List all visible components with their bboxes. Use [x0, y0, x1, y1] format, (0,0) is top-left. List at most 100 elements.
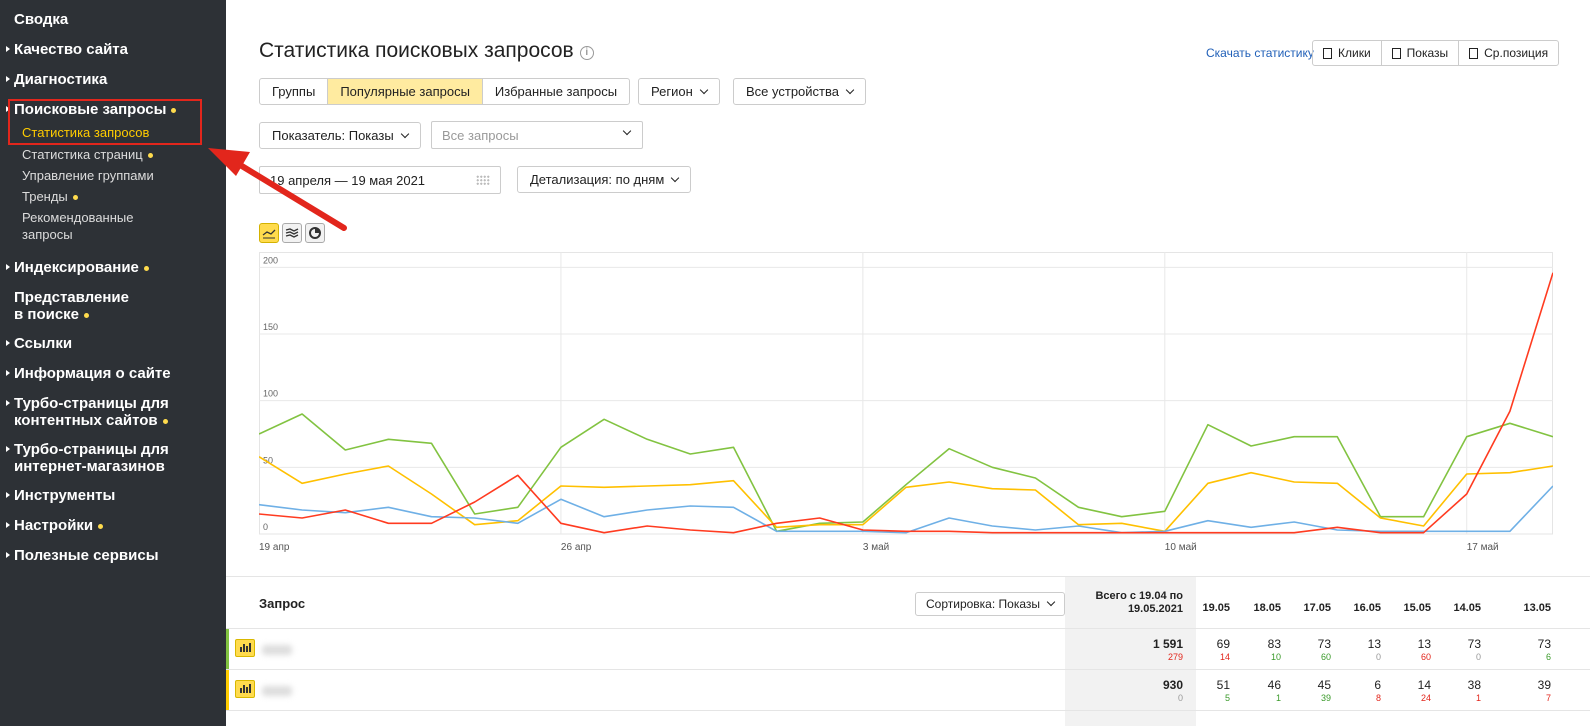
series-line-0 [258, 413, 1554, 533]
bar-chart-icon[interactable] [235, 639, 255, 657]
sidebar-item-label: Сводка [14, 11, 69, 28]
info-icon[interactable]: i [579, 46, 594, 60]
chart-svg: 05010015020019 апр 26 апр 3 май 10 май 17 ма… [258, 252, 1554, 553]
sidebar-item-site-info[interactable]: Информация о сайте [6, 365, 171, 382]
cell-delta: 7 [1545, 693, 1551, 703]
cell-delta: 60 [1420, 652, 1431, 662]
table-top-border [226, 576, 1590, 577]
sidebar-item-label: Информация о сайте [14, 365, 171, 382]
date-column-header: 14.05 [1453, 602, 1481, 614]
chevron-down-icon [1046, 597, 1056, 607]
tab-popular-queries[interactable]: Популярные запросы [328, 79, 483, 104]
cell-value: 13 [1417, 637, 1431, 651]
x-tick-label: 26 апр [561, 542, 592, 553]
queries-select[interactable]: Все запросы [431, 121, 643, 149]
date-range-input[interactable]: 19 апреля — 19 мая 2021 [259, 166, 501, 194]
sidebar-item-label: интернет-магазинов [14, 458, 165, 475]
cell-value: 83 [1267, 637, 1281, 651]
indicator-dropdown[interactable]: Показатель: Показы [259, 122, 421, 149]
cell-value: 39 [1537, 678, 1551, 692]
sidebar-item-site-quality[interactable]: Качество сайта [6, 41, 128, 58]
date-column-header: 19.05 [1202, 602, 1230, 614]
x-tick-label: 19 апр [259, 542, 290, 553]
sidebar-item-settings[interactable]: Настройки [6, 517, 104, 534]
sidebar-subitem-label: Статистика страниц [22, 147, 143, 162]
notification-dot [84, 312, 90, 318]
sidebar-item-indexing[interactable]: Индексирование [6, 259, 149, 276]
line-chart-icon [262, 229, 276, 239]
sidebar-item-summary[interactable]: Сводка [14, 11, 68, 28]
y-tick-label: 200 [263, 255, 278, 265]
sidebar-item-useful-services[interactable]: Полезные сервисы [6, 547, 159, 564]
sidebar-item-turbo-shops[interactable]: Турбо-страницы для интернет-магазинов [6, 441, 169, 475]
cell-value: 51 [1216, 678, 1230, 692]
cell-value: 73 [1537, 637, 1551, 651]
cell-value: 13 [1367, 637, 1381, 651]
bar-chart-icon[interactable] [235, 680, 255, 698]
region-dropdown[interactable]: Регион [638, 78, 720, 105]
stacked-chart-icon [285, 228, 299, 238]
cell-delta: 8 [1375, 693, 1381, 703]
sidebar-subitem-page-stats[interactable]: Статистика страниц [22, 146, 153, 163]
download-clicks-button[interactable]: Клики [1313, 41, 1382, 65]
sidebar-item-search-appearance[interactable]: Представление в поиске [14, 289, 129, 323]
sidebar-item-diagnostics[interactable]: Диагностика [6, 71, 107, 88]
expand-icon [6, 552, 10, 558]
devices-label: Все устройства [746, 84, 839, 99]
stacked-chart-toggle[interactable] [282, 223, 302, 243]
pie-chart-toggle[interactable] [305, 223, 325, 243]
sidebar-item-label: Качество сайта [14, 41, 128, 58]
y-tick-label: 150 [263, 322, 278, 332]
chevron-down-icon [699, 85, 708, 94]
detail-dropdown[interactable]: Детализация: по дням [517, 166, 692, 193]
line-chart-toggle[interactable] [259, 223, 279, 243]
download-position-button[interactable]: Ср.позиция [1459, 41, 1558, 65]
total-value: 1 591 [1152, 637, 1183, 651]
devices-dropdown[interactable]: Все устройства [733, 78, 866, 105]
cell-delta: 24 [1420, 693, 1431, 703]
date-column-header: 18.05 [1253, 602, 1281, 614]
sidebar-subitem-label: Тренды [22, 189, 68, 204]
document-icon [1323, 47, 1332, 59]
sidebar-item-label: контентных сайтов [14, 412, 158, 429]
download-stats-link[interactable]: Скачать статистику [1206, 46, 1314, 60]
cell-delta: 0 [1375, 652, 1381, 662]
sidebar-item-label: Турбо-страницы для [14, 441, 169, 458]
row-color-marker [226, 670, 229, 710]
download-buttons: Клики Показы Ср.позиция [1312, 40, 1560, 66]
sidebar-subitem-trends[interactable]: Тренды [22, 188, 78, 205]
total-column-header: Всего с 19.04 по 19.05.2021 [1065, 590, 1183, 616]
cell-delta: 1 [1475, 693, 1481, 703]
sidebar-subitem-label: запросы [22, 227, 73, 242]
sidebar-subitem-recommended[interactable]: Рекомендованные запросы [22, 209, 133, 243]
cell-delta: 6 [1545, 652, 1551, 662]
sidebar: Сводка Качество сайта Диагностика Поиско… [0, 0, 226, 726]
row-color-marker [226, 629, 229, 669]
sidebar-item-turbo-content[interactable]: Турбо-страницы для контентных сайтов [6, 395, 169, 429]
tab-groups[interactable]: Группы [260, 79, 329, 104]
calendar-icon[interactable] [476, 175, 490, 186]
x-tick-label: 3 май [863, 542, 889, 553]
sidebar-item-links[interactable]: Ссылки [6, 335, 73, 352]
cell-delta: 39 [1320, 693, 1331, 703]
cell-value: 46 [1267, 678, 1281, 692]
sidebar-item-label: Инструменты [14, 487, 116, 504]
cell-value: 73 [1467, 637, 1481, 651]
total-header-line: 19.05.2021 [1127, 603, 1183, 615]
sidebar-item-tools[interactable]: Инструменты [6, 487, 116, 504]
sidebar-subitem-groups[interactable]: Управление группами [22, 167, 154, 184]
document-icon [1391, 47, 1401, 59]
sort-dropdown[interactable]: Сортировка: Показы [915, 592, 1066, 616]
sidebar-item-label: Ссылки [14, 335, 73, 352]
date-column-header: 16.05 [1353, 602, 1381, 614]
sidebar-item-label: Полезные сервисы [14, 547, 159, 564]
total-value: 930 [1162, 678, 1183, 692]
sidebar-subitem-label: Рекомендованные [22, 210, 134, 225]
cell-value: 69 [1216, 637, 1230, 651]
tab-favorite-queries[interactable]: Избранные запросы [483, 79, 629, 104]
y-tick-label: 100 [263, 389, 278, 399]
download-label: Ср.позиция [1484, 46, 1549, 60]
indicator-label: Показатель: Показы [272, 128, 394, 143]
download-shows-button[interactable]: Показы [1382, 41, 1460, 65]
notification-dot [147, 153, 153, 159]
